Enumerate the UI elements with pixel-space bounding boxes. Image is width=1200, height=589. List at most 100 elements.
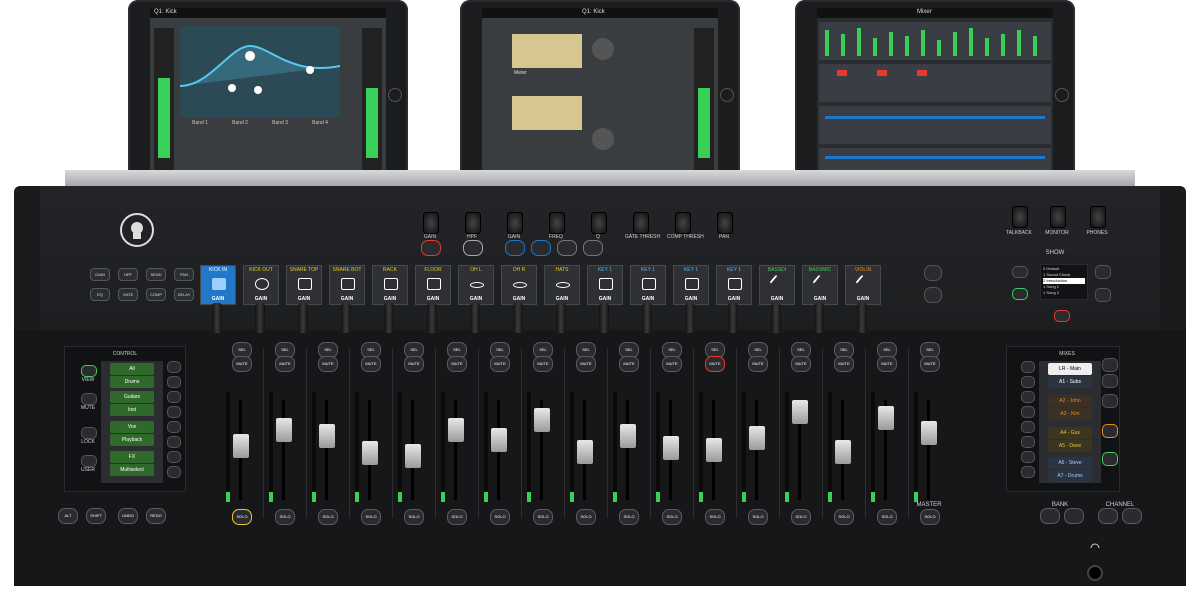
eq-band-button[interactable]: [531, 240, 551, 256]
channel-encoder[interactable]: [255, 303, 265, 333]
solo-button[interactable]: SOLO: [232, 509, 252, 525]
channel-encoder[interactable]: [814, 303, 824, 333]
channel-encoder[interactable]: [642, 303, 652, 333]
eq-band-button[interactable]: [557, 240, 577, 256]
mix-down-button[interactable]: [1102, 374, 1118, 388]
fader-knob[interactable]: [663, 436, 679, 460]
mix-item[interactable]: A4 - Gus: [1048, 427, 1092, 439]
bank-right-button[interactable]: [1064, 508, 1084, 524]
channel-display[interactable]: OH L GAIN: [458, 265, 494, 305]
gain-knob[interactable]: [592, 128, 614, 150]
channel-encoder[interactable]: [771, 303, 781, 333]
mute-button[interactable]: MUTE: [361, 356, 381, 372]
solo-button[interactable]: SOLO: [877, 509, 897, 525]
select-button[interactable]: [167, 376, 181, 388]
group-item[interactable]: FX: [110, 451, 154, 463]
solo-button[interactable]: SOLO: [920, 509, 940, 525]
select-button[interactable]: [167, 421, 181, 433]
dynamics-screen[interactable]: Q1: Kick Meter: [482, 8, 718, 182]
channel-encoder[interactable]: [857, 303, 867, 333]
mute-button[interactable]: MUTE: [834, 356, 854, 372]
group-item[interactable]: Vox: [110, 421, 154, 433]
solo-button[interactable]: SOLO: [705, 509, 725, 525]
q-knob[interactable]: [591, 212, 607, 234]
mix-item[interactable]: A1 - Subs: [1048, 376, 1092, 388]
mix-master-button[interactable]: [1102, 394, 1118, 408]
eq-graph[interactable]: [179, 26, 341, 118]
gain-knob[interactable]: [423, 212, 439, 234]
pan-knob[interactable]: [717, 212, 733, 234]
group-item[interactable]: Drums: [110, 376, 154, 388]
fader-knob[interactable]: [749, 426, 765, 450]
fader-knob[interactable]: [405, 444, 421, 468]
channel-encoder[interactable]: [728, 303, 738, 333]
gain-enable-button[interactable]: [421, 240, 441, 256]
channel-display[interactable]: KEY 1 GAIN: [630, 265, 666, 305]
channel-display[interactable]: VIOLIN GAIN: [845, 265, 881, 305]
channel-encoder[interactable]: [384, 303, 394, 333]
fader-knob[interactable]: [620, 424, 636, 448]
fader-knob[interactable]: [792, 400, 808, 424]
solo-button[interactable]: SOLO: [533, 509, 553, 525]
mix-select-button[interactable]: [1021, 436, 1035, 448]
mute-button[interactable]: MUTE: [791, 356, 811, 372]
mute-button[interactable]: [81, 393, 97, 405]
channel-display[interactable]: RACK GAIN: [372, 265, 408, 305]
solo-button[interactable]: SOLO: [791, 509, 811, 525]
freq-knob[interactable]: [549, 212, 565, 234]
band-label[interactable]: Band 1: [192, 120, 208, 130]
mute-button[interactable]: MUTE: [318, 356, 338, 372]
home-button[interactable]: [1055, 88, 1069, 102]
phones-knob[interactable]: [1090, 206, 1106, 228]
fader-knob[interactable]: [878, 406, 894, 430]
solo-button[interactable]: SOLO: [361, 509, 381, 525]
comp-thresh-knob[interactable]: [675, 212, 691, 234]
scroll-down-button[interactable]: [924, 287, 942, 303]
home-button[interactable]: [720, 88, 734, 102]
mute-button[interactable]: MUTE: [877, 356, 897, 372]
channel-display[interactable]: KEY 1 GAIN: [587, 265, 623, 305]
comp-button[interactable]: COMP: [146, 288, 166, 301]
pan-button[interactable]: PAN: [174, 268, 194, 281]
send-button[interactable]: SEND: [146, 268, 166, 281]
fader-knob[interactable]: [362, 441, 378, 465]
mute-button[interactable]: MUTE: [748, 356, 768, 372]
mix-item[interactable]: A3 - Kim: [1048, 408, 1092, 420]
fader-knob[interactable]: [534, 408, 550, 432]
mute-button[interactable]: MUTE: [619, 356, 639, 372]
show-item[interactable]: 1 Song 2: [1043, 290, 1085, 296]
channel-encoder[interactable]: [556, 303, 566, 333]
channel-encoder[interactable]: [298, 303, 308, 333]
eq-button[interactable]: EQ: [90, 288, 110, 301]
channel-encoder[interactable]: [341, 303, 351, 333]
channel-display[interactable]: BASSDI GAIN: [759, 265, 795, 305]
fader-knob[interactable]: [835, 440, 851, 464]
channel-encoder[interactable]: [513, 303, 523, 333]
fader-knob[interactable]: [577, 440, 593, 464]
channel-display[interactable]: KEY 1 GAIN: [673, 265, 709, 305]
group-item[interactable]: All: [110, 363, 154, 375]
channel-encoder[interactable]: [599, 303, 609, 333]
shift-button[interactable]: SHIFT: [86, 508, 106, 524]
show-menu-button[interactable]: [1012, 266, 1028, 278]
solo-button[interactable]: SOLO: [662, 509, 682, 525]
mix-item[interactable]: A5 - Dave: [1048, 440, 1092, 452]
eq-gain-knob[interactable]: [507, 212, 523, 234]
show-store-button[interactable]: [1012, 288, 1028, 300]
solo-button[interactable]: SOLO: [404, 509, 424, 525]
hpf-button[interactable]: HPF: [118, 268, 138, 281]
threshold-knob[interactable]: [592, 38, 614, 60]
solo-button[interactable]: SOLO: [318, 509, 338, 525]
user-button[interactable]: [81, 455, 97, 467]
channel-encoder[interactable]: [427, 303, 437, 333]
eq-band-button[interactable]: [505, 240, 525, 256]
solo-button[interactable]: SOLO: [275, 509, 295, 525]
solo-button[interactable]: SOLO: [834, 509, 854, 525]
band-label[interactable]: Band 2: [232, 120, 248, 130]
channel-display[interactable]: OH R GAIN: [501, 265, 537, 305]
channel-left-button[interactable]: [1098, 508, 1118, 524]
channel-encoder[interactable]: [685, 303, 695, 333]
fader-knob[interactable]: [921, 421, 937, 445]
fader-knob[interactable]: [276, 418, 292, 442]
hpf-knob[interactable]: [465, 212, 481, 234]
